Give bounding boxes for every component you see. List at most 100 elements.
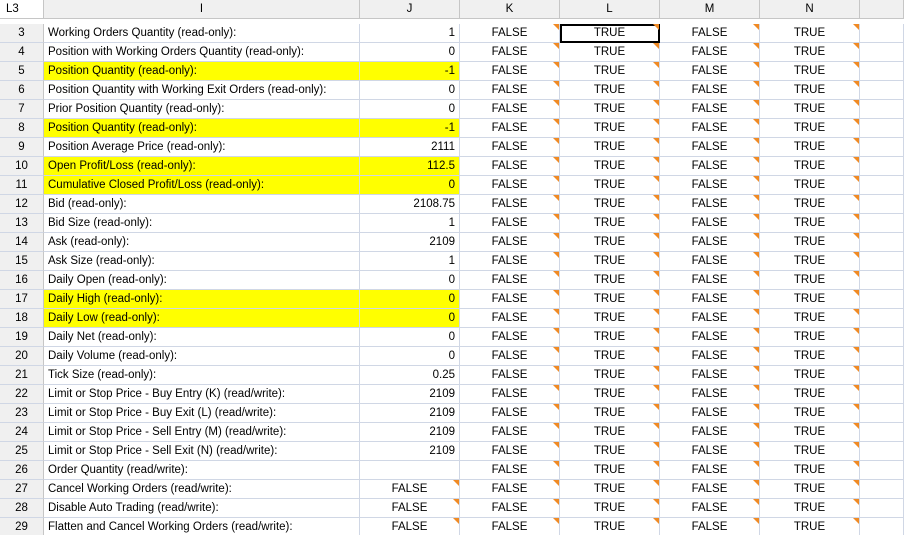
bool-cell-l[interactable]: TRUE xyxy=(560,480,660,499)
bool-cell-k[interactable]: FALSE xyxy=(460,100,560,119)
value-cell-j[interactable]: FALSE xyxy=(360,480,460,499)
bool-cell-k[interactable]: FALSE xyxy=(460,518,560,535)
field-label-cell[interactable]: Flatten and Cancel Working Orders (read/… xyxy=(44,518,360,535)
empty-cell-o[interactable] xyxy=(860,233,904,252)
bool-cell-k[interactable]: FALSE xyxy=(460,195,560,214)
bool-cell-l[interactable]: TRUE xyxy=(560,404,660,423)
empty-cell-o[interactable] xyxy=(860,480,904,499)
bool-cell-n[interactable]: TRUE xyxy=(760,366,860,385)
empty-cell-o[interactable] xyxy=(860,62,904,81)
bool-cell-k[interactable]: FALSE xyxy=(460,138,560,157)
empty-cell-o[interactable] xyxy=(860,252,904,271)
bool-cell-k[interactable]: FALSE xyxy=(460,480,560,499)
empty-cell-o[interactable] xyxy=(860,195,904,214)
bool-cell-n[interactable]: TRUE xyxy=(760,290,860,309)
bool-cell-k[interactable]: FALSE xyxy=(460,214,560,233)
field-label-cell[interactable]: Daily Low (read-only): xyxy=(44,309,360,328)
value-cell-j[interactable]: 0 xyxy=(360,347,460,366)
empty-cell-o[interactable] xyxy=(860,347,904,366)
row-header[interactable]: 28 xyxy=(0,499,44,518)
row-header[interactable]: 4 xyxy=(0,43,44,62)
bool-cell-m[interactable]: FALSE xyxy=(660,385,760,404)
bool-cell-l[interactable]: TRUE xyxy=(560,290,660,309)
row-header[interactable]: 18 xyxy=(0,309,44,328)
empty-cell-o[interactable] xyxy=(860,461,904,480)
bool-cell-m[interactable]: FALSE xyxy=(660,480,760,499)
field-label-cell[interactable]: Limit or Stop Price - Sell Entry (M) (re… xyxy=(44,423,360,442)
bool-cell-l[interactable]: TRUE xyxy=(560,499,660,518)
row-header[interactable]: 5 xyxy=(0,62,44,81)
bool-cell-k[interactable]: FALSE xyxy=(460,119,560,138)
field-label-cell[interactable]: Position Quantity (read-only): xyxy=(44,119,360,138)
value-cell-j[interactable]: 2109 xyxy=(360,423,460,442)
empty-cell-o[interactable] xyxy=(860,328,904,347)
bool-cell-l[interactable]: TRUE xyxy=(560,24,660,43)
bool-cell-n[interactable]: TRUE xyxy=(760,214,860,233)
row-header[interactable]: 27 xyxy=(0,480,44,499)
bool-cell-n[interactable]: TRUE xyxy=(760,309,860,328)
row-header[interactable]: 13 xyxy=(0,214,44,233)
bool-cell-n[interactable]: TRUE xyxy=(760,100,860,119)
bool-cell-l[interactable]: TRUE xyxy=(560,385,660,404)
bool-cell-k[interactable]: FALSE xyxy=(460,24,560,43)
bool-cell-n[interactable]: TRUE xyxy=(760,62,860,81)
field-label-cell[interactable]: Daily Net (read-only): xyxy=(44,328,360,347)
bool-cell-l[interactable]: TRUE xyxy=(560,518,660,535)
empty-cell-o[interactable] xyxy=(860,366,904,385)
value-cell-j[interactable]: 0 xyxy=(360,290,460,309)
bool-cell-m[interactable]: FALSE xyxy=(660,309,760,328)
empty-cell-o[interactable] xyxy=(860,290,904,309)
name-box[interactable]: L3 xyxy=(0,0,44,19)
empty-cell-o[interactable] xyxy=(860,24,904,43)
empty-cell-o[interactable] xyxy=(860,404,904,423)
bool-cell-n[interactable]: TRUE xyxy=(760,404,860,423)
bool-cell-n[interactable]: TRUE xyxy=(760,347,860,366)
value-cell-j[interactable]: -1 xyxy=(360,62,460,81)
bool-cell-m[interactable]: FALSE xyxy=(660,100,760,119)
column-header-k[interactable]: K xyxy=(460,0,560,19)
bool-cell-l[interactable]: TRUE xyxy=(560,271,660,290)
bool-cell-m[interactable]: FALSE xyxy=(660,157,760,176)
column-header-l[interactable]: L xyxy=(560,0,660,19)
column-header-j[interactable]: J xyxy=(360,0,460,19)
value-cell-j[interactable]: 0 xyxy=(360,100,460,119)
bool-cell-l[interactable]: TRUE xyxy=(560,176,660,195)
bool-cell-l[interactable]: TRUE xyxy=(560,442,660,461)
bool-cell-k[interactable]: FALSE xyxy=(460,461,560,480)
value-cell-j[interactable]: 2108.75 xyxy=(360,195,460,214)
value-cell-j[interactable] xyxy=(360,461,460,480)
bool-cell-l[interactable]: TRUE xyxy=(560,62,660,81)
empty-cell-o[interactable] xyxy=(860,499,904,518)
bool-cell-m[interactable]: FALSE xyxy=(660,24,760,43)
row-header[interactable]: 6 xyxy=(0,81,44,100)
bool-cell-k[interactable]: FALSE xyxy=(460,404,560,423)
value-cell-j[interactable]: 0 xyxy=(360,176,460,195)
bool-cell-m[interactable]: FALSE xyxy=(660,271,760,290)
empty-cell-o[interactable] xyxy=(860,518,904,535)
column-header-m[interactable]: M xyxy=(660,0,760,19)
bool-cell-n[interactable]: TRUE xyxy=(760,43,860,62)
column-header-o[interactable] xyxy=(860,0,904,19)
bool-cell-n[interactable]: TRUE xyxy=(760,480,860,499)
field-label-cell[interactable]: Tick Size (read-only): xyxy=(44,366,360,385)
row-header[interactable]: 20 xyxy=(0,347,44,366)
bool-cell-m[interactable]: FALSE xyxy=(660,252,760,271)
row-header[interactable]: 9 xyxy=(0,138,44,157)
row-header[interactable]: 12 xyxy=(0,195,44,214)
bool-cell-k[interactable]: FALSE xyxy=(460,43,560,62)
bool-cell-n[interactable]: TRUE xyxy=(760,176,860,195)
bool-cell-m[interactable]: FALSE xyxy=(660,499,760,518)
bool-cell-l[interactable]: TRUE xyxy=(560,423,660,442)
bool-cell-k[interactable]: FALSE xyxy=(460,347,560,366)
field-label-cell[interactable]: Order Quantity (read/write): xyxy=(44,461,360,480)
bool-cell-k[interactable]: FALSE xyxy=(460,176,560,195)
value-cell-j[interactable]: 1 xyxy=(360,214,460,233)
bool-cell-l[interactable]: TRUE xyxy=(560,328,660,347)
bool-cell-n[interactable]: TRUE xyxy=(760,442,860,461)
bool-cell-k[interactable]: FALSE xyxy=(460,423,560,442)
field-label-cell[interactable]: Position with Working Orders Quantity (r… xyxy=(44,43,360,62)
empty-cell-o[interactable] xyxy=(860,176,904,195)
value-cell-j[interactable]: 2109 xyxy=(360,233,460,252)
field-label-cell[interactable]: Position Quantity (read-only): xyxy=(44,62,360,81)
row-header[interactable]: 7 xyxy=(0,100,44,119)
